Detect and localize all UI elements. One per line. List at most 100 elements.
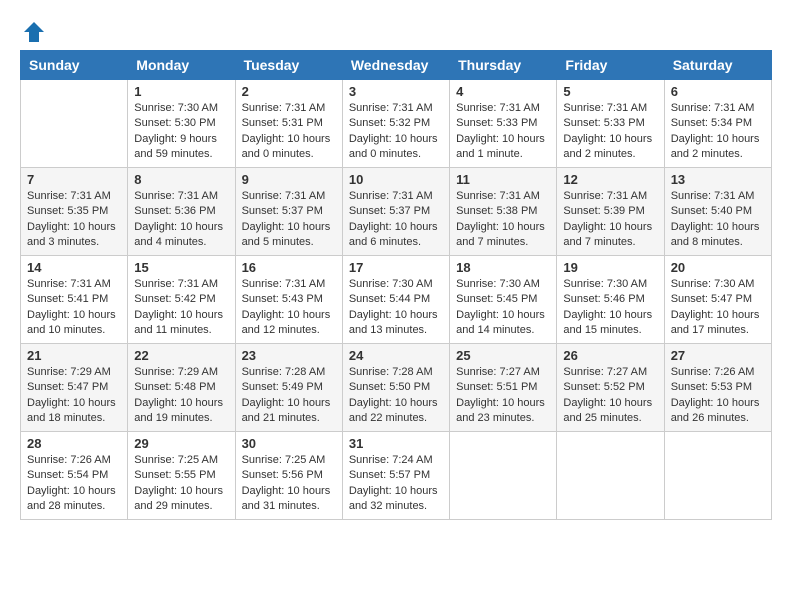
calendar-week-row: 7Sunrise: 7:31 AM Sunset: 5:35 PM Daylig… [21,168,772,256]
weekday-header-sunday: Sunday [21,51,128,80]
day-info: Sunrise: 7:31 AM Sunset: 5:39 PM Dayligh… [563,189,657,251]
day-info: Sunrise: 7:31 AM Sunset: 5:41 PM Dayligh… [27,277,121,339]
calendar-cell: 5 Sunrise: 7:31 AM Sunset: 5:33 PM Daylig… [557,80,664,168]
day-number: 14 [27,260,121,275]
day-number: 29 [134,436,228,451]
day-info: Sunrise: 7:31 AM Sunset: 5:33 PM Dayligh… [563,101,657,163]
day-info: Sunrise: 7:31 AM Sunset: 5:43 PM Dayligh… [242,277,336,339]
day-number: 10 [349,172,443,187]
day-info: Sunrise: 7:24 AM Sunset: 5:57 PM Dayligh… [349,453,443,515]
weekday-header-wednesday: Wednesday [342,51,449,80]
calendar-cell: 24 Sunrise: 7:28 AM Sunset: 5:50 PM Dayli… [342,344,449,432]
day-info: Sunrise: 7:29 AM Sunset: 5:48 PM Dayligh… [134,365,228,427]
day-info: Sunrise: 7:29 AM Sunset: 5:47 PM Dayligh… [27,365,121,427]
calendar-cell: 29 Sunrise: 7:25 AM Sunset: 5:55 PM Dayli… [128,432,235,520]
calendar-cell: 10 Sunrise: 7:31 AM Sunset: 5:37 PM Dayli… [342,168,449,256]
day-info: Sunrise: 7:30 AM Sunset: 5:30 PM Dayligh… [134,101,228,163]
calendar-cell: 6 Sunrise: 7:31 AM Sunset: 5:34 PM Daylig… [664,80,771,168]
calendar-cell: 25Sunrise: 7:27 AM Sunset: 5:51 PM Dayli… [450,344,557,432]
day-info: Sunrise: 7:31 AM Sunset: 5:37 PM Dayligh… [349,189,443,251]
weekday-header-friday: Friday [557,51,664,80]
day-number: 22 [134,348,228,363]
calendar-cell [450,432,557,520]
day-number: 27 [671,348,765,363]
day-info: Sunrise: 7:25 AM Sunset: 5:56 PM Dayligh… [242,453,336,515]
day-number: 17 [349,260,443,275]
calendar-cell: 26Sunrise: 7:27 AM Sunset: 5:52 PM Dayli… [557,344,664,432]
logo [20,20,46,40]
calendar-cell: 16 Sunrise: 7:31 AM Sunset: 5:43 PM Dayli… [235,256,342,344]
day-info: Sunrise: 7:31 AM Sunset: 5:35 PM Dayligh… [27,189,121,251]
calendar-cell: 12 Sunrise: 7:31 AM Sunset: 5:39 PM Dayli… [557,168,664,256]
day-info: Sunrise: 7:31 AM Sunset: 5:38 PM Dayligh… [456,189,550,251]
day-info: Sunrise: 7:26 AM Sunset: 5:53 PM Dayligh… [671,365,765,427]
day-info: Sunrise: 7:31 AM Sunset: 5:40 PM Dayligh… [671,189,765,251]
calendar-cell: 18 Sunrise: 7:30 AM Sunset: 5:45 PM Dayli… [450,256,557,344]
calendar-cell: 30 Sunrise: 7:25 AM Sunset: 5:56 PM Dayli… [235,432,342,520]
day-info: Sunrise: 7:31 AM Sunset: 5:36 PM Dayligh… [134,189,228,251]
calendar-cell: 4 Sunrise: 7:31 AM Sunset: 5:33 PM Daylig… [450,80,557,168]
day-number: 18 [456,260,550,275]
calendar-cell: 21 Sunrise: 7:29 AM Sunset: 5:47 PM Dayli… [21,344,128,432]
calendar-week-row: 28 Sunrise: 7:26 AM Sunset: 5:54 PM Dayli… [21,432,772,520]
day-number: 5 [563,84,657,99]
day-info: Sunrise: 7:30 AM Sunset: 5:45 PM Dayligh… [456,277,550,339]
calendar-cell: 9Sunrise: 7:31 AM Sunset: 5:37 PM Daylig… [235,168,342,256]
calendar-cell: 1 Sunrise: 7:30 AM Sunset: 5:30 PM Daylig… [128,80,235,168]
day-number: 24 [349,348,443,363]
calendar-week-row: 21 Sunrise: 7:29 AM Sunset: 5:47 PM Dayli… [21,344,772,432]
calendar-cell: 14 Sunrise: 7:31 AM Sunset: 5:41 PM Dayli… [21,256,128,344]
weekday-header-saturday: Saturday [664,51,771,80]
day-info: Sunrise: 7:31 AM Sunset: 5:34 PM Dayligh… [671,101,765,163]
day-number: 4 [456,84,550,99]
day-number: 2 [242,84,336,99]
day-info: Sunrise: 7:28 AM Sunset: 5:49 PM Dayligh… [242,365,336,427]
calendar-cell: 2 Sunrise: 7:31 AM Sunset: 5:31 PM Daylig… [235,80,342,168]
calendar-cell: 3Sunrise: 7:31 AM Sunset: 5:32 PM Daylig… [342,80,449,168]
page-header [20,20,772,40]
day-info: Sunrise: 7:31 AM Sunset: 5:31 PM Dayligh… [242,101,336,163]
day-number: 1 [134,84,228,99]
calendar-cell: 8Sunrise: 7:31 AM Sunset: 5:36 PM Daylig… [128,168,235,256]
weekday-header-tuesday: Tuesday [235,51,342,80]
day-number: 11 [456,172,550,187]
day-number: 21 [27,348,121,363]
day-info: Sunrise: 7:31 AM Sunset: 5:33 PM Dayligh… [456,101,550,163]
day-number: 16 [242,260,336,275]
weekday-header-monday: Monday [128,51,235,80]
day-info: Sunrise: 7:31 AM Sunset: 5:42 PM Dayligh… [134,277,228,339]
calendar-cell: 23 Sunrise: 7:28 AM Sunset: 5:49 PM Dayli… [235,344,342,432]
calendar-week-row: 1 Sunrise: 7:30 AM Sunset: 5:30 PM Daylig… [21,80,772,168]
day-number: 6 [671,84,765,99]
calendar-cell: 28 Sunrise: 7:26 AM Sunset: 5:54 PM Dayli… [21,432,128,520]
calendar-cell: 31Sunrise: 7:24 AM Sunset: 5:57 PM Dayli… [342,432,449,520]
day-info: Sunrise: 7:30 AM Sunset: 5:47 PM Dayligh… [671,277,765,339]
calendar-cell: 13 Sunrise: 7:31 AM Sunset: 5:40 PM Dayli… [664,168,771,256]
calendar-cell: 17 Sunrise: 7:30 AM Sunset: 5:44 PM Dayli… [342,256,449,344]
day-number: 30 [242,436,336,451]
day-number: 25 [456,348,550,363]
day-info: Sunrise: 7:28 AM Sunset: 5:50 PM Dayligh… [349,365,443,427]
calendar-cell: 15Sunrise: 7:31 AM Sunset: 5:42 PM Dayli… [128,256,235,344]
calendar-cell [21,80,128,168]
day-number: 28 [27,436,121,451]
day-info: Sunrise: 7:30 AM Sunset: 5:44 PM Dayligh… [349,277,443,339]
day-number: 19 [563,260,657,275]
calendar-cell: 27 Sunrise: 7:26 AM Sunset: 5:53 PM Dayli… [664,344,771,432]
day-info: Sunrise: 7:27 AM Sunset: 5:52 PM Dayligh… [563,365,657,427]
day-number: 23 [242,348,336,363]
day-number: 13 [671,172,765,187]
calendar-cell: 7Sunrise: 7:31 AM Sunset: 5:35 PM Daylig… [21,168,128,256]
calendar-cell: 20Sunrise: 7:30 AM Sunset: 5:47 PM Dayli… [664,256,771,344]
calendar-cell [557,432,664,520]
calendar-cell: 19 Sunrise: 7:30 AM Sunset: 5:46 PM Dayli… [557,256,664,344]
day-info: Sunrise: 7:30 AM Sunset: 5:46 PM Dayligh… [563,277,657,339]
day-info: Sunrise: 7:25 AM Sunset: 5:55 PM Dayligh… [134,453,228,515]
day-number: 12 [563,172,657,187]
day-info: Sunrise: 7:26 AM Sunset: 5:54 PM Dayligh… [27,453,121,515]
calendar-header-row: SundayMondayTuesdayWednesdayThursdayFrid… [21,51,772,80]
logo-icon [22,20,46,44]
day-number: 3 [349,84,443,99]
day-info: Sunrise: 7:31 AM Sunset: 5:37 PM Dayligh… [242,189,336,251]
calendar-week-row: 14 Sunrise: 7:31 AM Sunset: 5:41 PM Dayli… [21,256,772,344]
